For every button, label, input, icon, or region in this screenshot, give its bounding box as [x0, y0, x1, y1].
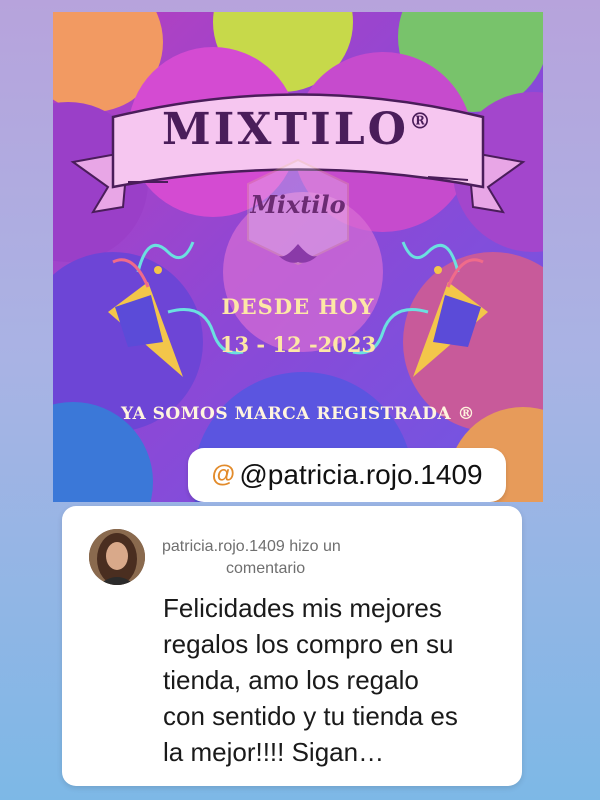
logo-text: Mixtilo: [250, 190, 346, 219]
comment-header-line1: patricia.rojo.1409 hizo un: [162, 538, 341, 555]
date-text: 13 - 12 -2023: [219, 332, 377, 357]
threads-icon: @: [211, 461, 236, 488]
announcement-poster: MIXTILO® Mixtilo DESDE HOY 13 - 12 -2023…: [53, 12, 543, 502]
comment-header: patricia.rojo.1409 hizo un comentario: [162, 536, 402, 580]
brand-title: MIXTILO®: [53, 104, 543, 155]
balloons-background: [53, 12, 543, 502]
brand-title-text: MIXTILO: [161, 104, 409, 155]
handle-text: @patricia.rojo.1409: [239, 459, 483, 490]
avatar[interactable]: [89, 529, 145, 585]
registered-mark: ®: [409, 108, 434, 135]
registered-brand-text: YA SOMOS MARCA REGISTRADA ®: [121, 404, 475, 424]
desde-hoy-text: DESDE HOY: [221, 294, 375, 319]
threads-handle-pill[interactable]: @ @patricia.rojo.1409: [188, 448, 506, 502]
comment-body: Felicidades mis mejores regalos los comp…: [163, 593, 458, 767]
comment-card: patricia.rojo.1409 hizo un comentario Fe…: [62, 506, 522, 786]
comment-header-line2: comentario: [226, 560, 306, 577]
